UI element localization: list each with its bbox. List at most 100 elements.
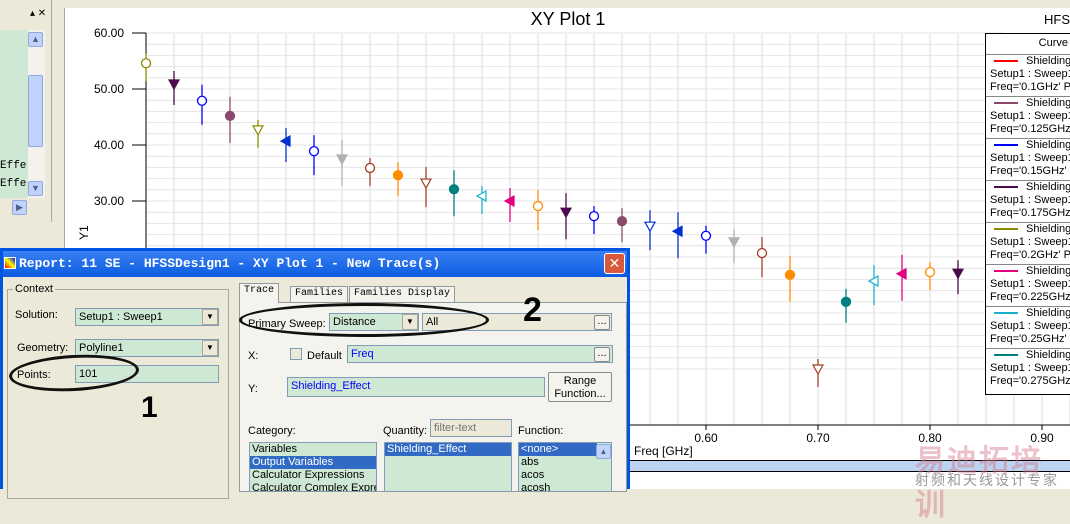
legend-entry: Shielding Setup1 : Sweep1 Freq='0.25GHz' I <box>986 306 1070 346</box>
legend-swatch <box>994 270 1018 273</box>
panel-close-icon[interactable]: ▴ ✕ <box>30 8 46 19</box>
category-list[interactable]: Variables Output Variables Calculator Ex… <box>249 442 377 492</box>
legend-line3: Freq='0.15GHz' I <box>990 165 1070 177</box>
tab-trace[interactable]: Trace <box>239 283 280 303</box>
data-point <box>532 200 544 212</box>
y-axis-label: Y1 <box>77 225 91 240</box>
legend-swatch <box>994 186 1018 189</box>
x-label: X: <box>248 350 259 362</box>
category-item[interactable]: Variables <box>250 443 376 456</box>
data-point <box>308 146 320 157</box>
default-label: Default <box>307 350 342 362</box>
data-point <box>392 170 404 181</box>
solution-label: Solution: <box>15 309 58 321</box>
legend-swatch <box>994 144 1018 147</box>
quantity-label: Quantity: <box>383 425 428 437</box>
legend-line1: Shielding <box>1026 307 1070 319</box>
legend-line1: Shielding <box>1026 349 1070 361</box>
sweep-ellipsis-button[interactable]: ... <box>594 315 610 330</box>
scroll-up-icon[interactable]: ▲ <box>28 32 43 47</box>
close-button[interactable]: ✕ <box>604 253 625 274</box>
data-point <box>643 221 657 233</box>
legend: Curve Shielding Setup1 : Sweep1 Freq='0.1G… <box>985 33 1070 395</box>
chevron-down-icon[interactable]: ▼ <box>202 309 218 325</box>
legend-line1: Shielding <box>1026 139 1070 151</box>
context-label: Context <box>13 283 55 295</box>
tree-item[interactable]: Effe <box>0 178 26 190</box>
legend-line3: Freq='0.2GHz' P <box>990 249 1070 261</box>
ink-annotation-number: 1 <box>141 391 158 424</box>
range-function-button[interactable]: Range Function... <box>548 372 612 402</box>
tab-families-display[interactable]: Families Display <box>349 286 456 302</box>
data-point <box>196 95 208 106</box>
data-point <box>616 216 628 227</box>
data-point <box>840 296 852 307</box>
legend-line1: Shielding <box>1026 181 1070 193</box>
quantity-list[interactable]: Shielding_Effect <box>384 442 512 492</box>
scroll-down-icon[interactable]: ▼ <box>28 181 43 196</box>
data-point <box>335 154 349 166</box>
quantity-filter-input[interactable] <box>430 419 512 437</box>
solution-value: Setup1 : Sweep1 <box>79 311 163 323</box>
legend-entry: Shielding Setup1 : Sweep1 Freq='0.225GHz <box>986 264 1070 304</box>
geometry-value: Polyline1 <box>79 342 124 354</box>
legend-line2: Setup1 : Sweep1 <box>990 362 1070 374</box>
legend-line3: Freq='0.225GHz <box>990 291 1070 303</box>
data-point <box>700 230 712 241</box>
category-item[interactable]: Output Variables <box>250 456 376 469</box>
x-axis-label: Freq [GHz] <box>634 444 693 458</box>
solution-select[interactable]: Setup1 : Sweep1 ▼ <box>75 308 219 326</box>
y-tick-label: 40.00 <box>94 138 124 152</box>
project-tree[interactable]: Effe Effe <box>0 30 28 198</box>
function-list[interactable]: <none> abs acos acosh ▲ <box>518 442 612 492</box>
legend-line3: Freq='0.175GHz <box>990 207 1070 219</box>
project-panel: Effe Effe ▲ ▼ ▶ <box>0 0 52 222</box>
data-point <box>784 269 796 281</box>
legend-entry: Shielding Setup1 : Sweep1 Freq='0.175GHz <box>986 180 1070 220</box>
function-item[interactable]: <none> <box>519 443 597 456</box>
x-tick-label: 0.70 <box>806 431 830 445</box>
default-checkbox[interactable] <box>290 348 302 360</box>
tab-families[interactable]: Families <box>290 286 349 302</box>
vertical-scrollbar[interactable]: ▲ ▼ <box>28 30 45 198</box>
tree-item[interactable]: Effe <box>0 160 26 172</box>
category-item[interactable]: Calculator Expressions <box>250 469 376 482</box>
ink-annotation-number: 2 <box>523 291 542 329</box>
legend-line2: Setup1 : Sweep1 <box>990 236 1070 248</box>
legend-header: Curve <box>1038 37 1068 49</box>
legend-line3: Freq='0.1GHz' P <box>990 81 1070 93</box>
scroll-right-icon[interactable]: ▶ <box>12 200 27 215</box>
y-tick-label: 50.00 <box>94 82 124 96</box>
function-item[interactable]: acos <box>519 469 611 482</box>
data-point <box>756 247 768 259</box>
legend-swatch <box>994 312 1018 315</box>
function-label: Function: <box>518 425 564 437</box>
y-expression-input[interactable]: Shielding_Effect <box>287 377 545 397</box>
legend-entry: Shielding Setup1 : Sweep1 Freq='0.1GHz' P <box>986 54 1070 94</box>
dialog-title: Report: 11 SE - HFSSDesign1 - XY Plot 1 … <box>3 251 627 277</box>
legend-entry: Shielding Setup1 : Sweep1 Freq='0.275GHz <box>986 348 1070 388</box>
y-label: Y: <box>248 383 258 395</box>
category-item[interactable]: Calculator Complex Expre <box>250 482 376 491</box>
function-item[interactable]: acosh <box>519 482 611 491</box>
legend-line2: Setup1 : Sweep1 <box>990 320 1070 332</box>
app-icon <box>4 257 16 269</box>
legend-line2: Setup1 : Sweep1 <box>990 278 1070 290</box>
data-point <box>419 178 433 190</box>
scroll-up-icon[interactable]: ▲ <box>596 444 611 459</box>
data-point <box>448 184 460 195</box>
legend-entry: Shielding Setup1 : Sweep1 Freq='0.15GHz' I <box>986 138 1070 178</box>
data-point <box>167 79 181 91</box>
data-point <box>951 268 965 280</box>
legend-line1: Shielding <box>1026 97 1070 109</box>
legend-line1: Shielding <box>1026 55 1070 67</box>
chevron-down-icon[interactable]: ▼ <box>202 340 218 356</box>
legend-line3: Freq='0.275GHz <box>990 375 1070 387</box>
data-point <box>924 266 936 278</box>
x-ellipsis-button[interactable]: ... <box>594 347 610 362</box>
legend-line3: Freq='0.125GHz <box>990 123 1070 135</box>
scroll-thumb[interactable] <box>28 75 43 147</box>
x-expression-input[interactable]: Freq <box>347 345 613 363</box>
quantity-item[interactable]: Shielding_Effect <box>385 443 511 456</box>
x-tick-label: 0.60 <box>694 431 718 445</box>
